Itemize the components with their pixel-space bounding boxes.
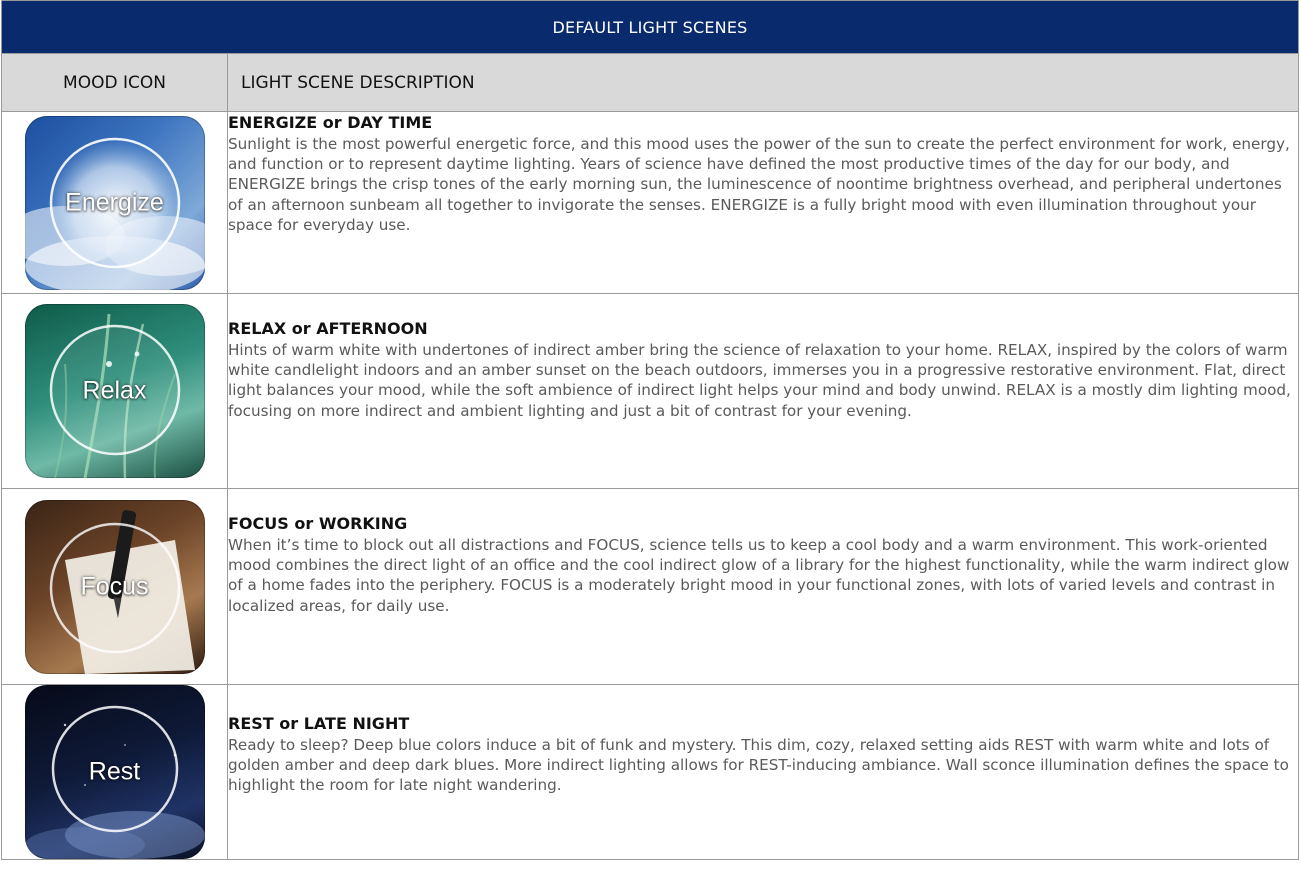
icon-label: Energize [65,188,164,216]
energize-mood-icon: Energize [24,115,205,290]
mood-title: REST or LATE NIGHT [228,714,410,733]
rest-mood-icon: Rest [24,685,205,859]
mood-icon-cell: Relax [1,293,228,489]
mood-icon-cell: Rest [1,684,228,860]
table-title-row: DEFAULT LIGHT SCENES [1,0,1299,54]
description-cell: RELAX or AFTERNOON Hints of warm white w… [227,293,1299,489]
mood-description: When it’s time to block out all distract… [228,536,1290,615]
relax-mood-icon: Relax [24,304,205,478]
light-scenes-table: DEFAULT LIGHT SCENES MOOD ICON LIGHT SCE… [1,0,1299,860]
mood-icon-cell: Energize [1,111,228,294]
table-row-relax: Relax RELAX or AFTERNOON Hints of warm w… [1,293,1299,489]
mood-title: ENERGIZE or DAY TIME [228,113,433,132]
icon-label: Relax [82,376,147,405]
table-row-energize: Energize ENERGIZE or DAY TIME Sunlight i… [1,111,1299,294]
description-cell: REST or LATE NIGHT Ready to sleep? Deep … [227,684,1299,860]
page: DEFAULT LIGHT SCENES MOOD ICON LIGHT SCE… [0,0,1301,878]
mood-icon-cell: Focus [1,488,228,685]
description-cell: ENERGIZE or DAY TIME Sunlight is the mos… [227,111,1299,294]
table-header-row: MOOD ICON LIGHT SCENE DESCRIPTION [1,53,1299,112]
icon-label: Rest [88,757,141,786]
mood-description: Ready to sleep? Deep blue colors induce … [228,736,1289,795]
description-cell: FOCUS or WORKING When it’s time to block… [227,488,1299,685]
icon-label: Focus [80,572,149,600]
table-row-rest: Rest REST or LATE NIGHT Ready to sleep? … [1,684,1299,860]
mood-description: Hints of warm white with undertones of i… [228,341,1291,420]
table-row-focus: Focus FOCUS or WORKING When it’s time to… [1,488,1299,685]
table-title: DEFAULT LIGHT SCENES [1,0,1299,54]
mood-title: RELAX or AFTERNOON [228,319,428,338]
mood-title: FOCUS or WORKING [228,514,408,533]
mood-description: Sunlight is the most powerful energetic … [228,135,1290,234]
header-mood-icon: MOOD ICON [1,53,228,112]
focus-mood-icon: Focus [24,499,205,674]
header-light-scene-description: LIGHT SCENE DESCRIPTION [227,53,1299,112]
